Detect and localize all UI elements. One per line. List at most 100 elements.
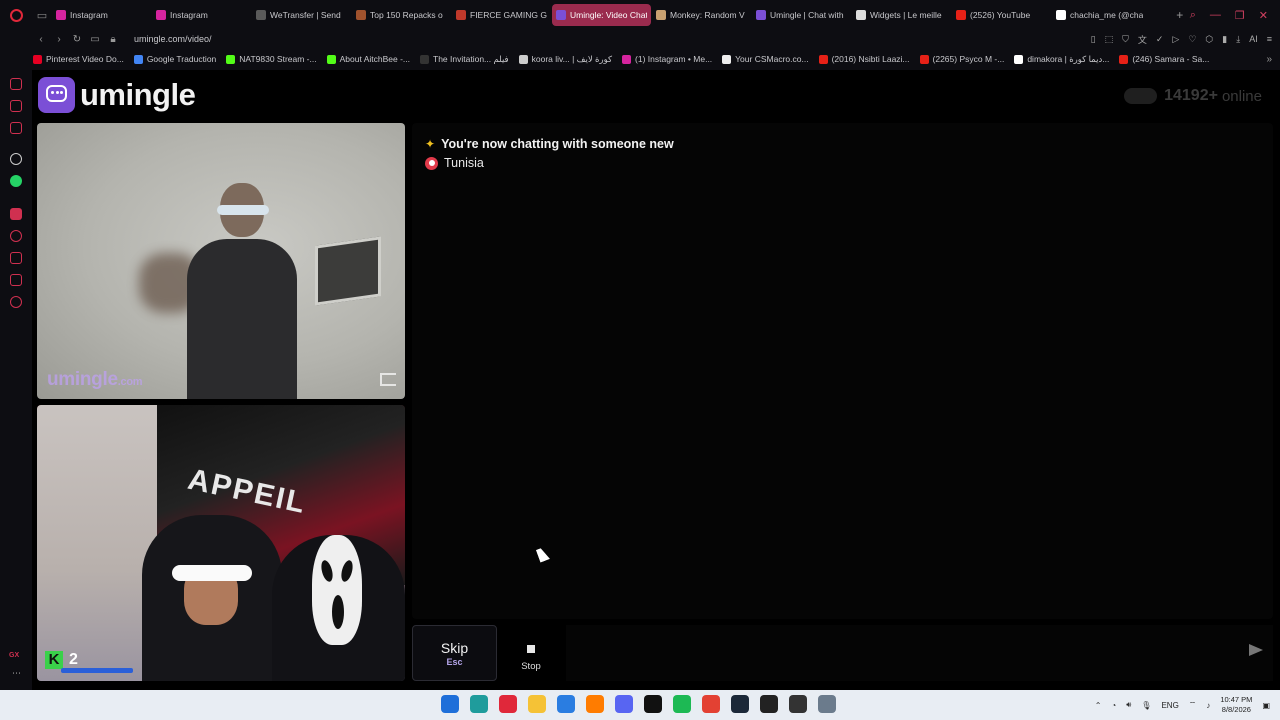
chatgpt-icon[interactable] (10, 153, 22, 165)
settings-icon[interactable] (10, 296, 22, 308)
windows-start-icon[interactable] (441, 695, 459, 713)
video-popout-icon[interactable]: ▭ (86, 34, 104, 45)
back-icon[interactable]: ‹ (32, 34, 50, 45)
media-player-icon[interactable] (760, 695, 778, 713)
bookmark-item[interactable]: (2265) Psyco M -... (919, 54, 1004, 65)
network-icon[interactable]: ◔ (1111, 701, 1116, 710)
bookmark-item[interactable]: The Invitation... فيلم (420, 54, 509, 65)
gx-icon[interactable]: GX (9, 652, 19, 659)
minimize-icon[interactable]: — (1210, 9, 1221, 21)
bookmark-item[interactable]: About AitchBee -... (326, 54, 410, 65)
shield-icon[interactable]: ⛉ (1122, 34, 1129, 45)
skip-button[interactable]: Skip Esc (412, 625, 497, 681)
reload-icon[interactable]: ↻ (68, 34, 86, 45)
report-flag-icon[interactable] (380, 373, 396, 386)
message-input[interactable] (566, 625, 1273, 681)
mic-icon[interactable]: 🎙︎ (1141, 701, 1151, 710)
tab[interactable]: Monkey: Random V (652, 4, 751, 26)
tab[interactable]: chachia_me (@cha (1052, 4, 1151, 26)
extensions-sidebar-icon[interactable] (10, 274, 22, 286)
opera-menu-button[interactable] (0, 0, 32, 30)
music-player-icon[interactable] (10, 208, 22, 220)
overlay-number: 2 (69, 651, 78, 668)
language-indicator[interactable]: ENG (1161, 701, 1178, 710)
theme-toggle[interactable] (1124, 88, 1158, 104)
sidebar-more-icon[interactable]: ⋯ (12, 668, 21, 679)
bookmark-item[interactable]: (1) Instagram • Me... (622, 54, 712, 65)
messenger-icon[interactable] (10, 100, 22, 112)
bookmark-item[interactable]: koora liv... | كورة لايف (518, 54, 612, 65)
bookmark-icon[interactable]: ▯ (1091, 34, 1096, 45)
edge-icon[interactable] (470, 695, 488, 713)
tab-favicon-icon (156, 10, 166, 20)
volume-icon[interactable]: 🔊︎ (1126, 700, 1131, 710)
tab[interactable]: Umingle | Chat with (752, 4, 851, 26)
search-tabs-icon[interactable]: ⌕ (1190, 9, 1196, 22)
tab[interactable]: Widgets | Le meille (852, 4, 951, 26)
tab[interactable]: Instagram (52, 4, 151, 26)
opera-icon[interactable] (499, 695, 517, 713)
snapshot-icon[interactable]: ⬚ (1105, 34, 1114, 45)
wifi-icon[interactable]: ⌔ (1189, 700, 1197, 710)
whatsapp-icon[interactable] (10, 175, 22, 187)
bookmark-item[interactable]: (2016) Nsibti Laazi... (818, 54, 910, 65)
maximize-icon[interactable]: ❐ (1235, 9, 1245, 22)
tab-overview-icon[interactable]: ▭ (32, 0, 52, 30)
chrome-icon[interactable] (702, 695, 720, 713)
wallet-icon[interactable]: ▮ (1222, 34, 1227, 45)
forward-icon[interactable]: › (50, 34, 68, 45)
steam-icon[interactable] (731, 695, 749, 713)
tray-expand-icon[interactable]: ⌃ (1095, 701, 1102, 710)
extensions-icon[interactable]: ⬡ (1205, 34, 1213, 45)
tab-strip: Instagram Instagram WeTransfer | Send Top 1… (52, 0, 1170, 30)
stop-button[interactable]: Stop (503, 625, 559, 681)
history-icon[interactable] (10, 230, 22, 242)
discord-icon[interactable] (615, 695, 633, 713)
bookmark-label: Google Traduction (146, 54, 217, 64)
bookmark-item[interactable]: dimakora | ديما كورة... (1014, 54, 1109, 65)
notifications-icon[interactable]: ▣ (1262, 701, 1270, 710)
send-icon[interactable] (1249, 644, 1263, 656)
speaker-icon[interactable]: ♪ (1206, 701, 1210, 710)
play-icon[interactable]: ▷ (1172, 34, 1179, 45)
heart-icon[interactable]: ♡ (1188, 34, 1196, 45)
obs-icon[interactable] (789, 695, 807, 713)
bookmark-item[interactable]: Pinterest Video Do... (33, 54, 124, 65)
aria-icon[interactable] (10, 78, 22, 90)
bookmark-item[interactable]: (246) Samara - Sa... (1119, 54, 1209, 65)
menu-icon[interactable]: ≡ (1267, 34, 1272, 44)
security-icon[interactable] (557, 695, 575, 713)
ai-button[interactable]: AI (1249, 34, 1258, 44)
tab-favicon-icon (1056, 10, 1066, 20)
clock[interactable]: 10:47 PM 8/8/2026 (1220, 695, 1252, 715)
downloads-icon[interactable] (10, 252, 22, 264)
illustrator-icon[interactable] (586, 695, 604, 713)
tab-favicon-icon (256, 10, 266, 20)
tab[interactable]: WeTransfer | Send (252, 4, 351, 26)
tab[interactable]: Instagram (152, 4, 251, 26)
tab-active[interactable]: Umingle: Video Chat w (552, 4, 651, 26)
lock-icon[interactable]: 🔒︎ (104, 34, 122, 45)
bookmark-item[interactable]: Your CSMacro.co... (722, 54, 809, 65)
translate-icon[interactable]: 文 (1138, 33, 1147, 46)
tab[interactable]: (2526) YouTube (952, 4, 1051, 26)
download-icon[interactable]: ⤓ (1236, 34, 1240, 45)
site-logo[interactable]: umingle (38, 77, 196, 113)
file-explorer-icon[interactable] (528, 695, 546, 713)
bookmark-item[interactable]: Google Traduction (133, 54, 217, 65)
bookmarks-more-button[interactable]: » (1266, 54, 1280, 65)
settings-icon[interactable] (818, 695, 836, 713)
close-icon[interactable]: ✕ (1259, 9, 1268, 22)
sparkles-icon: ✦ (425, 137, 436, 151)
spotify-icon[interactable] (673, 695, 691, 713)
tab[interactable]: Top 150 Repacks o (352, 4, 451, 26)
self-video: APPEIL K 2 (37, 405, 405, 681)
url-field[interactable]: umingle.com/video/ (134, 34, 212, 44)
pin-icon[interactable]: ✓ (1156, 34, 1164, 45)
bookmark-item[interactable]: NAT9830 Stream -... (226, 54, 317, 65)
watermark-tld: .com (117, 376, 143, 388)
instagram-icon[interactable] (10, 122, 22, 134)
new-tab-button[interactable]: + (1170, 8, 1190, 22)
tab[interactable]: FIERCE GAMING G (452, 4, 551, 26)
capcut-icon[interactable] (644, 695, 662, 713)
